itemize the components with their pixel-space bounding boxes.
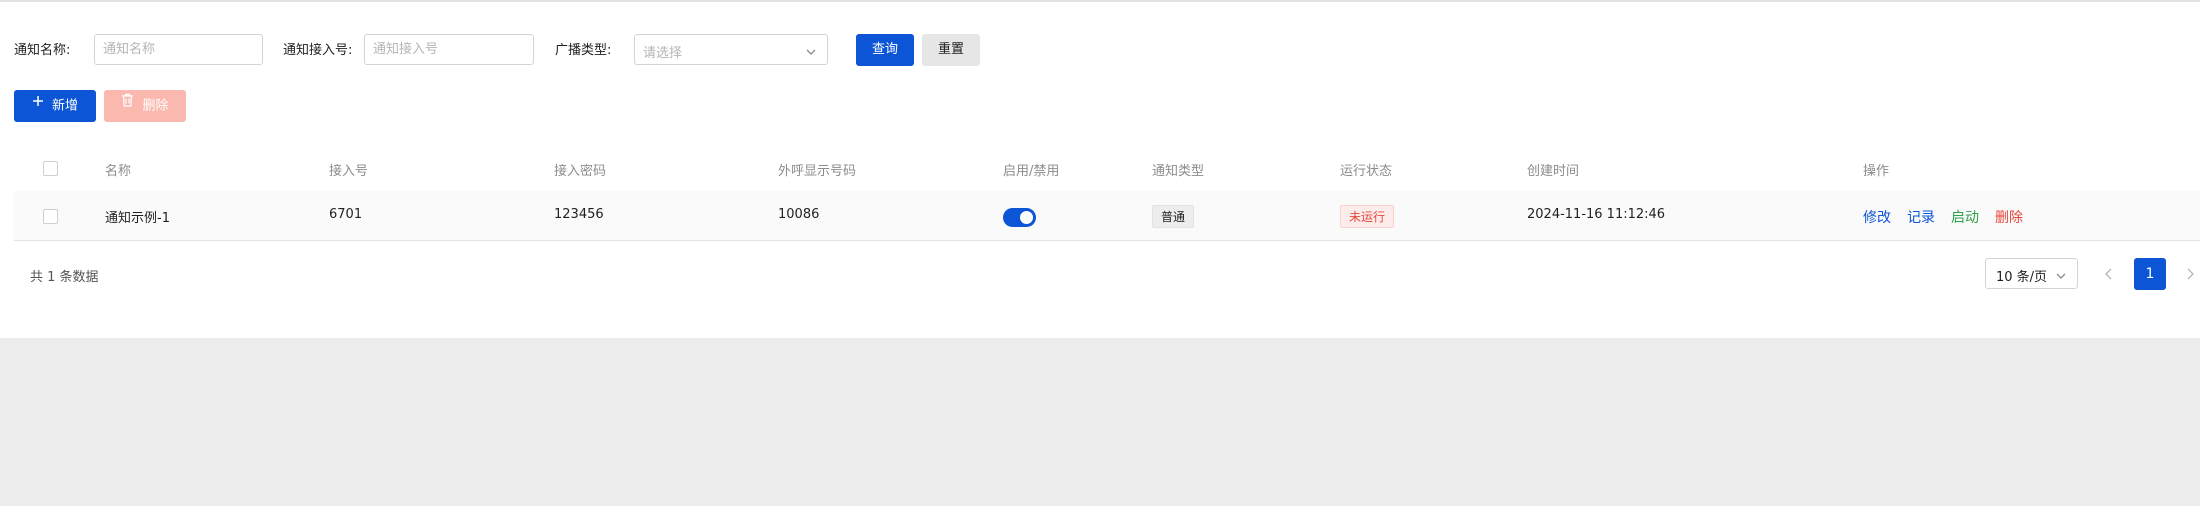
- delete-button[interactable]: 删除: [104, 90, 186, 122]
- toggle-knob: [1020, 211, 1033, 224]
- chevron-down-icon: [2055, 267, 2067, 286]
- page-size-value: 10 条/页: [1996, 270, 2048, 285]
- enabled-toggle[interactable]: [1003, 208, 1036, 227]
- type-label: 广播类型:: [555, 43, 612, 58]
- notify-type-tag: 普通: [1152, 205, 1195, 228]
- cell-created-at: 2024-11-16 11:12:46: [1527, 207, 1666, 222]
- cell-name: 通知示例-1: [105, 211, 170, 226]
- delete-button-label: 删除: [142, 98, 169, 114]
- column-header-created-at: 创建时间: [1527, 164, 1580, 179]
- row-divider: [14, 240, 2200, 241]
- column-header-display-number: 外呼显示号码: [778, 164, 857, 179]
- column-header-access-password: 接入密码: [554, 164, 607, 179]
- edit-link[interactable]: 修改: [1863, 207, 1891, 227]
- trash-icon: [121, 88, 134, 120]
- add-button[interactable]: 新增: [14, 90, 96, 122]
- type-select[interactable]: 请选择: [634, 34, 828, 65]
- page-size-select[interactable]: 10 条/页: [1985, 258, 2078, 289]
- select-all-checkbox[interactable]: [43, 161, 58, 176]
- prev-page-icon[interactable]: [2104, 265, 2114, 287]
- start-link[interactable]: 启动: [1951, 207, 1979, 227]
- number-input[interactable]: [364, 34, 534, 65]
- cell-access-password: 123456: [554, 207, 604, 222]
- row-delete-link[interactable]: 删除: [1995, 207, 2023, 227]
- page-button-current[interactable]: 1: [2134, 258, 2166, 290]
- reset-button[interactable]: 重置: [922, 34, 980, 66]
- column-header-access-number: 接入号: [329, 164, 369, 179]
- cell-access-number: 6701: [329, 207, 363, 222]
- plus-icon: [32, 88, 44, 120]
- column-header-actions: 操作: [1863, 164, 1890, 179]
- record-link[interactable]: 记录: [1907, 207, 1935, 227]
- row-checkbox[interactable]: [43, 209, 58, 224]
- add-button-label: 新增: [51, 98, 78, 114]
- column-header-enabled: 启用/禁用: [1003, 164, 1060, 179]
- next-page-icon[interactable]: [2185, 265, 2195, 287]
- name-label: 通知名称:: [14, 43, 71, 58]
- total-count: 共 1 条数据: [30, 270, 99, 285]
- run-status-badge: 未运行: [1340, 205, 1395, 228]
- cell-display-number: 10086: [778, 207, 820, 222]
- column-header-name: 名称: [105, 164, 132, 179]
- type-select-placeholder: 请选择: [643, 46, 683, 61]
- column-header-notify-type: 通知类型: [1152, 164, 1205, 179]
- name-input[interactable]: [94, 34, 263, 65]
- number-label: 通知接入号:: [283, 43, 353, 58]
- column-header-run-status: 运行状态: [1340, 164, 1393, 179]
- query-button[interactable]: 查询: [856, 34, 914, 66]
- chevron-down-icon: [805, 43, 817, 62]
